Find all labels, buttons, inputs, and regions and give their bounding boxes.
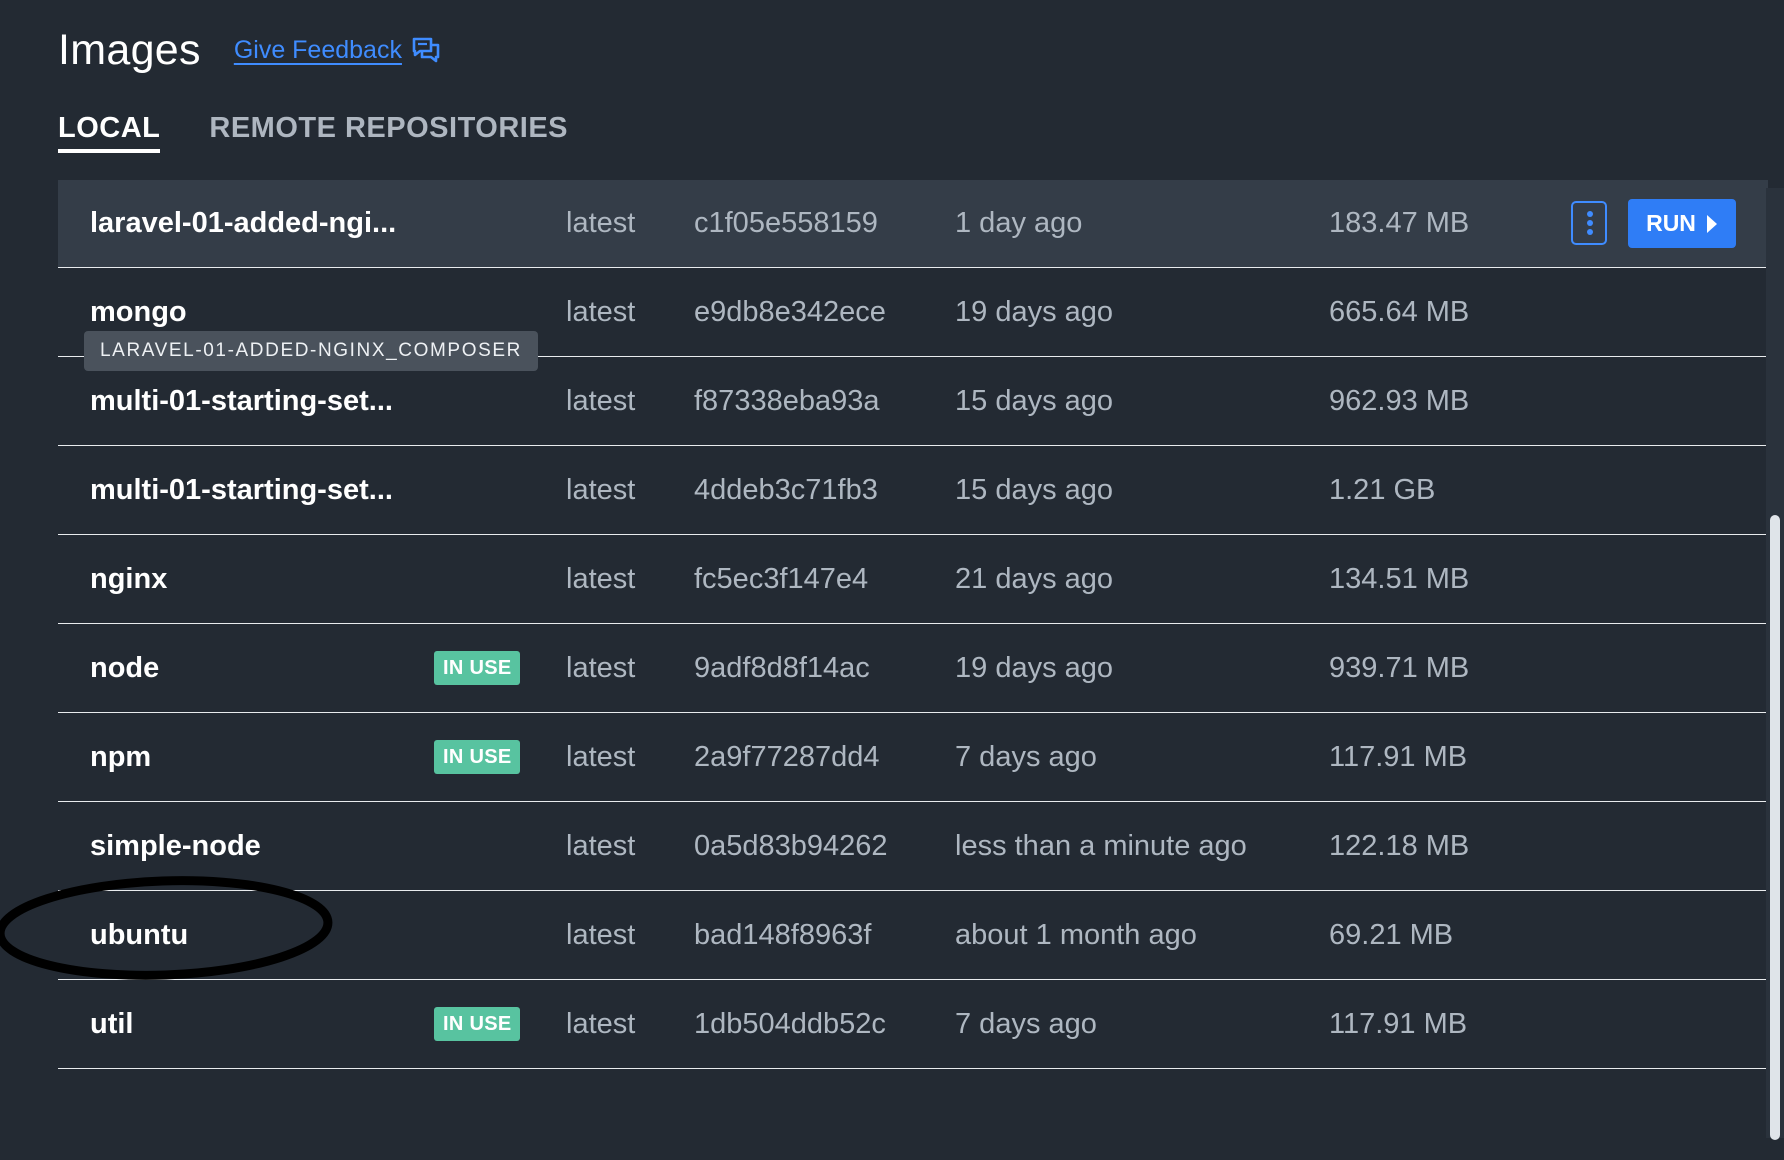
image-name: node [90,652,160,684]
image-size: 962.93 MB [1329,385,1470,417]
image-tag: latest [566,741,636,773]
run-label: RUN [1646,210,1696,236]
image-id: c1f05e558159 [694,207,878,239]
image-size: 122.18 MB [1329,830,1470,862]
kebab-dot [1587,220,1593,226]
image-name: npm [90,741,152,773]
image-created: 21 days ago [955,563,1114,595]
image-name: ubuntu [90,919,189,951]
give-feedback-link[interactable]: Give Feedback [234,36,440,65]
image-tag: latest [566,830,636,862]
image-created: about 1 month ago [955,919,1197,951]
tab-remote-repositories[interactable]: REMOTE REPOSITORIES [209,112,568,153]
in-use-badge: IN USE [434,1007,521,1041]
scrollbar-thumb[interactable] [1770,515,1780,1140]
image-size: 134.51 MB [1329,563,1470,595]
image-id: e9db8e342ece [694,296,886,328]
image-name: util [90,1008,134,1040]
in-use-badge: IN USE [434,651,521,685]
image-id: bad148f8963f [694,919,872,951]
page-header: Images Give Feedback [58,20,440,80]
image-tabs: LOCAL REMOTE REPOSITORIES [58,112,617,153]
image-tag: latest [566,296,636,328]
image-created: 15 days ago [955,474,1114,506]
kebab-dot [1587,229,1593,235]
image-tag: latest [566,207,636,239]
images-page: Images Give Feedback LOCAL REMOTE REPOSI… [0,0,1784,1160]
in-use-badge: IN USE [434,740,521,774]
table-row[interactable]: node IN USE latest 9adf8d8f14ac 19 days ago 9… [58,624,1768,713]
image-id: 1db504ddb52c [694,1008,886,1040]
image-created: 15 days ago [955,385,1114,417]
image-name: simple-node [90,830,261,862]
image-created: 19 days ago [955,652,1114,684]
table-row[interactable]: laravel-01-added-ngi... latest c1f05e55815… [58,180,1768,268]
image-size: 117.91 MB [1329,1008,1468,1040]
image-tag: latest [566,652,636,684]
image-name: nginx [90,563,168,595]
image-created: 7 days ago [955,1008,1097,1040]
image-size: 117.91 MB [1329,741,1468,773]
image-id: 9adf8d8f14ac [694,652,870,684]
image-id: 4ddeb3c71fb3 [694,474,878,506]
table-row[interactable]: nginx latest fc5ec3f147e4 21 days ago 134.51… [58,535,1768,624]
table-row[interactable]: multi-01-starting-set... latest 4ddeb3c71f… [58,446,1768,535]
image-size: 665.64 MB [1329,296,1470,328]
page-title: Images [58,25,201,74]
image-tag: latest [566,919,636,951]
image-size: 183.47 MB [1329,207,1470,239]
image-name: laravel-01-added-ngi... [90,207,397,239]
table-row[interactable]: simple-node latest 0a5d83b94262 less than a… [58,802,1768,891]
table-row[interactable]: npm IN USE latest 2a9f77287dd4 7 days ago 117… [58,713,1768,802]
image-created: less than a minute ago [955,830,1247,862]
image-name-tooltip: LARAVEL-01-ADDED-NGINX_COMPOSER [84,331,538,371]
image-id: 2a9f77287dd4 [694,741,880,773]
image-id: f87338eba93a [694,385,880,417]
table-row[interactable]: ubuntu latest bad148f8963f about 1 month ag… [58,891,1768,980]
tab-local[interactable]: LOCAL [58,112,161,153]
image-name: multi-01-starting-set... [90,474,393,506]
image-size: 939.71 MB [1329,652,1470,684]
image-created: 7 days ago [955,741,1097,773]
run-button[interactable]: RUN [1628,199,1736,248]
image-created: 1 day ago [955,207,1083,239]
play-icon [1706,214,1717,233]
kebab-menu-icon[interactable] [1571,201,1607,245]
image-size: 69.21 MB [1329,919,1454,951]
image-id: fc5ec3f147e4 [694,563,869,595]
give-feedback-label: Give Feedback [233,35,402,64]
image-created: 19 days ago [955,296,1114,328]
table-row[interactable]: util IN USE latest 1db504ddb52c 7 days ago 11… [58,980,1768,1069]
image-tag: latest [566,385,636,417]
image-tag: latest [566,1008,636,1040]
image-tag: latest [566,474,636,506]
images-table-body: dockerutility_npmIN USElatest2a9f77287dd… [58,180,1768,1069]
image-size: 1.21 GB [1329,474,1436,506]
kebab-dot [1587,211,1593,217]
image-id: 0a5d83b94262 [694,830,888,862]
images-table: dockerutility_npmIN USElatest2a9f77287dd… [58,180,1768,1160]
chat-bubbles-icon [412,37,440,63]
image-tag: latest [566,563,636,595]
